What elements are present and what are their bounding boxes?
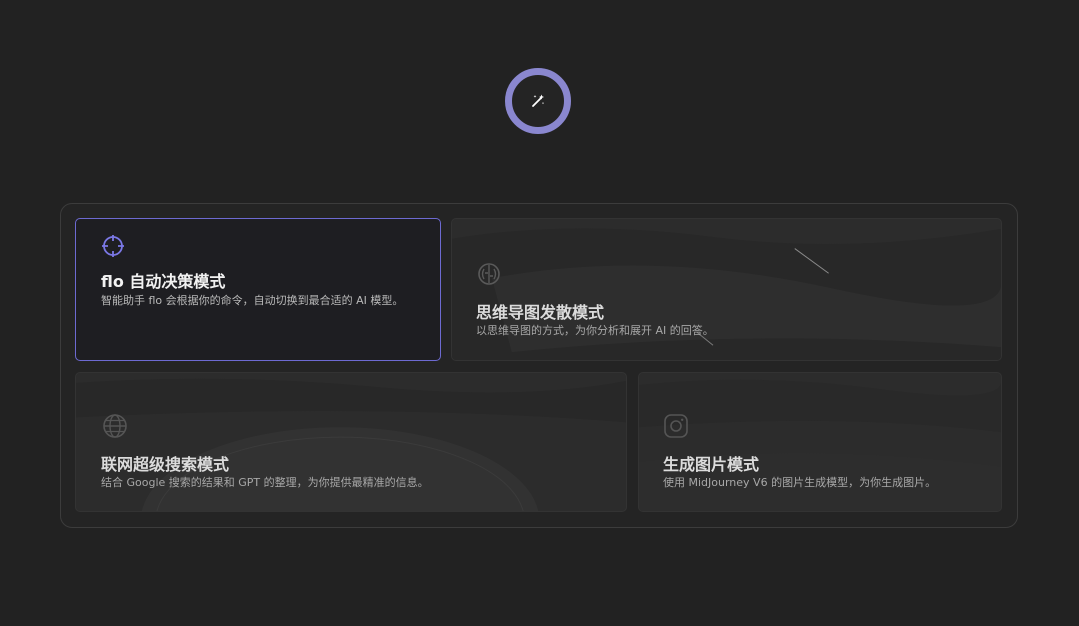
logo-button[interactable]	[505, 68, 571, 134]
mode-description: 使用 MidJourney V6 的图片生成模型，为你生成图片。	[663, 476, 937, 489]
mode-card-flo-auto[interactable]: flo 自动决策模式 智能助手 flo 会根据你的命令，自动切换到最合适的 AI…	[75, 218, 441, 361]
mode-title: 思维导图发散模式	[476, 303, 605, 322]
page: flo 自动决策模式 智能助手 flo 会根据你的命令，自动切换到最合适的 AI…	[0, 0, 1079, 626]
mode-title: 生成图片模式	[663, 455, 760, 474]
target-icon	[102, 235, 124, 257]
mode-title: 联网超级搜索模式	[101, 455, 230, 474]
instagram-icon	[664, 414, 688, 438]
brain-icon	[478, 263, 500, 285]
globe-background-art	[76, 378, 626, 511]
mode-description: 结合 Google 搜索的结果和 GPT 的整理，为你提供最精准的信息。	[101, 476, 429, 489]
mode-card-web-search[interactable]: 联网超级搜索模式 结合 Google 搜索的结果和 GPT 的整理，为你提供最精…	[75, 372, 627, 512]
mode-title: flo 自动决策模式	[101, 272, 226, 291]
mode-description: 以思维导图的方式，为你分析和展开 AI 的回答。	[476, 324, 714, 337]
globe-icon	[103, 414, 127, 438]
mode-card-image-generation[interactable]: 生成图片模式 使用 MidJourney V6 的图片生成模型，为你生成图片。	[638, 372, 1002, 512]
mode-card-mindmap[interactable]: 思维导图发散模式 以思维导图的方式，为你分析和展开 AI 的回答。	[451, 218, 1002, 361]
mindmap-background-art	[452, 228, 1001, 360]
mode-selector-panel: flo 自动决策模式 智能助手 flo 会根据你的命令，自动切换到最合适的 AI…	[60, 203, 1018, 528]
mode-description: 智能助手 flo 会根据你的命令，自动切换到最合适的 AI 模型。	[101, 294, 404, 307]
magic-wand-icon	[532, 94, 545, 107]
image-background-art	[639, 379, 1001, 511]
